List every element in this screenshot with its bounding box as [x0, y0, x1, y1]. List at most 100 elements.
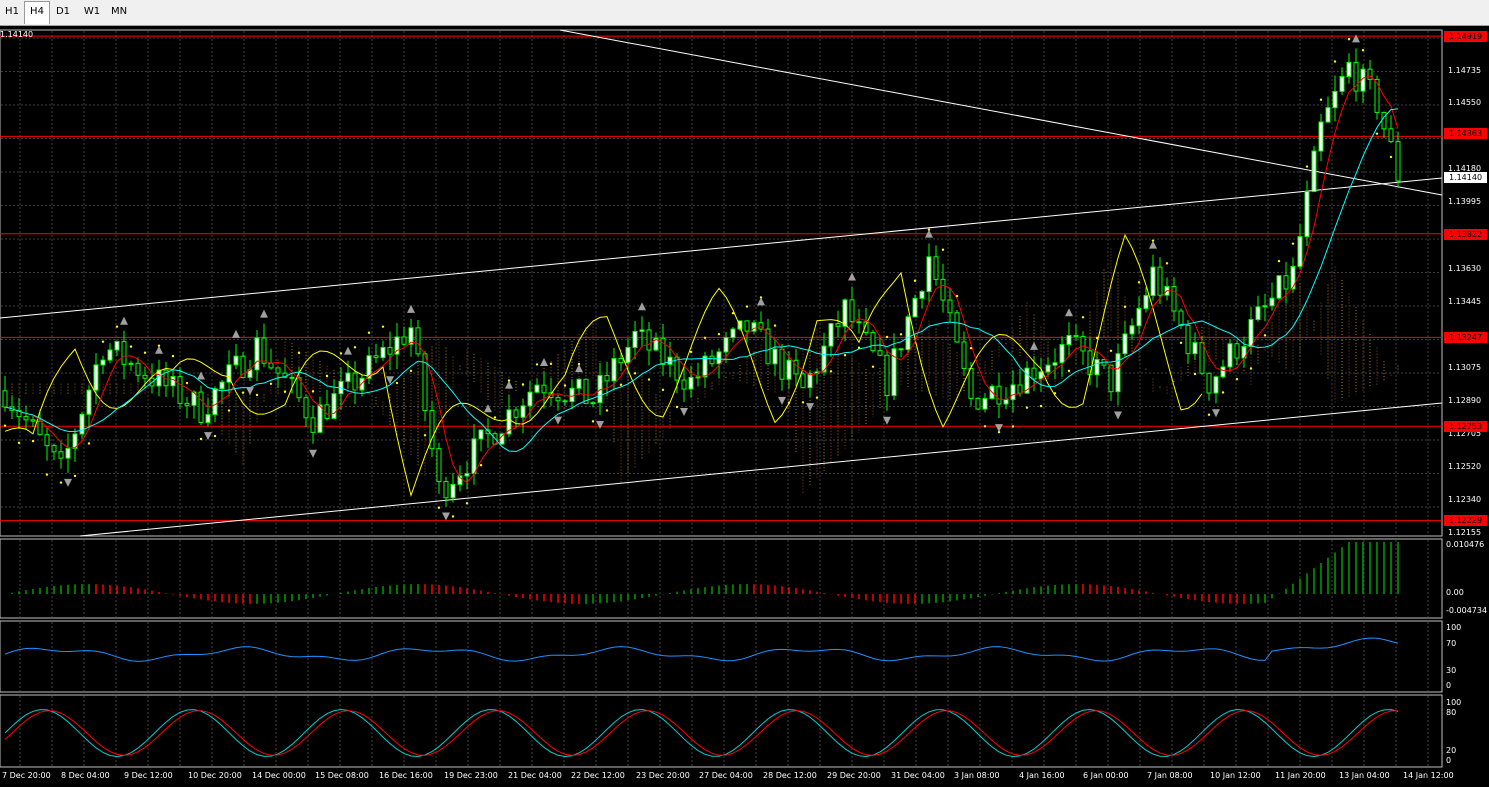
candle-body [177, 376, 183, 404]
candle-body [779, 348, 785, 380]
tab-d1[interactable]: D1 [51, 2, 75, 22]
stoch-panel [0, 694, 1443, 768]
candle-body [1031, 367, 1037, 380]
time-axis-label: 31 Dec 04:00 [891, 771, 945, 780]
candle-body [1311, 150, 1317, 193]
candle-body [198, 391, 204, 424]
candle-body [877, 350, 883, 356]
candle-body [1262, 305, 1268, 308]
candle-body [618, 358, 624, 364]
candle-body [1346, 61, 1352, 78]
candle-body [709, 355, 715, 365]
main-panel [0, 29, 1443, 537]
candle-body [387, 346, 393, 355]
candle-body [1185, 324, 1191, 355]
candle-body [1276, 275, 1282, 299]
candle-body [1045, 364, 1051, 373]
price-axis-label: 1.14550 [1448, 98, 1482, 107]
candle-body [1220, 366, 1226, 378]
candle-body [107, 349, 113, 361]
candle-body [170, 376, 176, 387]
time-axis-label: 14 Dec 00:00 [252, 771, 306, 780]
tab-mn[interactable]: MN [107, 2, 131, 22]
candle-body [233, 355, 239, 366]
candle-body [436, 448, 442, 483]
candle-body [590, 402, 596, 405]
price-level-box: 1.13822 [1444, 229, 1487, 240]
candle-body [1395, 141, 1401, 182]
candle-body [1122, 333, 1128, 355]
time-axis-label: 10 Jan 12:00 [1210, 771, 1261, 780]
stoch-axis-label: 100 [1446, 698, 1462, 707]
top-ticker: 1.14140 [0, 30, 34, 39]
candle-body [1339, 76, 1345, 92]
candle-body [933, 256, 939, 280]
candle-body [702, 355, 708, 378]
candle-body [268, 362, 274, 369]
time-axis-label: 19 Dec 23:00 [444, 771, 498, 780]
candle-body [730, 328, 736, 339]
rsi-axis-label: 100 [1446, 623, 1462, 632]
stoch-axis-label: 0 [1446, 756, 1452, 765]
candle-body [1213, 376, 1219, 394]
time-axis-label: 28 Dec 12:00 [763, 771, 817, 780]
candle-body [317, 404, 323, 433]
current-price-box: 1.14140 [1444, 172, 1487, 183]
tab-h1[interactable]: H1 [2, 2, 22, 22]
time-axis-label: 6 Jan 00:00 [1083, 771, 1129, 780]
candle-body [184, 402, 190, 406]
candle-body [352, 372, 358, 391]
candle-body [254, 337, 260, 371]
candle-body [1332, 90, 1338, 109]
time-axis-label: 3 Jan 08:00 [954, 771, 1000, 780]
candle-body [1318, 121, 1324, 152]
time-axis-label: 7 Dec 20:00 [2, 771, 51, 780]
candle-body [1325, 107, 1331, 123]
candle-body [968, 367, 974, 399]
candle-body [212, 388, 218, 416]
candle-body [1269, 297, 1275, 307]
time-axis-label: 27 Dec 04:00 [699, 771, 753, 780]
candle-body [58, 451, 64, 459]
candle-body [1374, 78, 1380, 113]
candle-body [1283, 275, 1289, 290]
candle-body [324, 404, 330, 419]
price-chart[interactable] [0, 26, 1489, 787]
candle-body [450, 484, 456, 499]
candle-body [870, 332, 876, 352]
candle-body [940, 278, 946, 301]
candle-body [1143, 295, 1149, 310]
candle-body [1234, 343, 1240, 359]
candle-body [142, 374, 148, 379]
candle-body [954, 312, 960, 343]
candle-body [975, 397, 981, 410]
rsi-panel [0, 620, 1443, 693]
time-axis-label: 15 Dec 08:00 [315, 771, 369, 780]
candle-body [716, 351, 722, 365]
candle-body [471, 438, 477, 475]
candle-body [562, 400, 568, 403]
candle-body [898, 348, 904, 351]
candle-body [1059, 344, 1065, 364]
candle-body [345, 372, 351, 382]
tab-h4[interactable]: H4 [24, 1, 50, 24]
candle-body [744, 320, 750, 332]
price-level-box: 1.12229 [1444, 515, 1487, 526]
candle-body [856, 321, 862, 324]
candle-body [1087, 350, 1093, 376]
candle-body [961, 341, 967, 369]
candle-body [1003, 399, 1009, 405]
tab-w1[interactable]: W1 [79, 2, 105, 22]
candle-body [884, 354, 890, 397]
price-axis-label: 1.12890 [1448, 396, 1482, 405]
macd-axis-label: -0.004734 [1446, 606, 1488, 615]
candle-body [1178, 310, 1184, 326]
time-axis-label: 29 Dec 20:00 [827, 771, 881, 780]
candle-body [807, 373, 813, 389]
macd-axis-label: 0.00 [1446, 588, 1464, 597]
candle-body [842, 299, 848, 327]
stoch-axis-label: 80 [1446, 708, 1457, 717]
candle-body [121, 341, 127, 365]
candle-body [1157, 266, 1163, 296]
candle-body [1017, 384, 1023, 394]
